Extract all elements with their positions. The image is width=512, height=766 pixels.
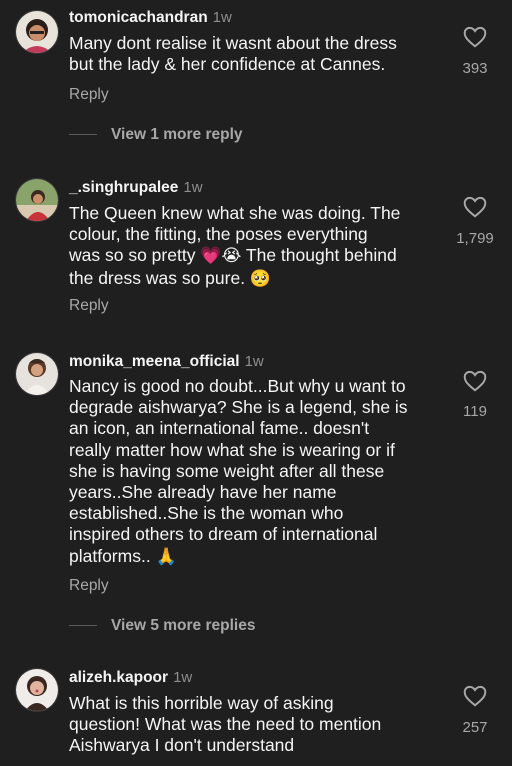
comment-line: the dress was so pure. 🥺 <box>69 268 449 290</box>
heart-outline-icon <box>463 196 487 218</box>
timestamp: 1w <box>244 353 264 370</box>
timestamp: 1w <box>212 9 232 26</box>
comment-line: question! What was the need to mention <box>69 714 382 735</box>
comment-text: What is this horrible way of asking ques… <box>69 693 449 757</box>
reply-button[interactable]: Reply <box>69 86 109 104</box>
divider-line <box>69 625 97 627</box>
like-button[interactable] <box>460 683 490 713</box>
heart-outline-icon <box>463 370 487 392</box>
divider-line <box>69 134 97 136</box>
reply-button[interactable]: Reply <box>69 577 109 595</box>
comment-line: Aishwarya I don't understand <box>69 735 295 756</box>
avatar[interactable] <box>15 668 59 712</box>
like-count: 1,799 <box>456 230 494 247</box>
pleading-face-emoji: 🥺 <box>249 268 272 289</box>
like-button[interactable] <box>460 368 490 398</box>
username[interactable]: monika_meena_official <box>69 353 240 370</box>
like-count: 257 <box>462 719 488 736</box>
comment-line: degrade aishwarya? She is a legend, she … <box>69 397 408 418</box>
like-count: 393 <box>462 60 488 77</box>
comment-line: established..She is the woman who <box>69 503 344 524</box>
view-more-replies[interactable]: View 1 more reply <box>69 126 243 144</box>
view-more-replies[interactable]: View 5 more replies <box>69 617 255 635</box>
heart-outline-icon <box>463 26 487 48</box>
comment-line: inspired others to dream of internationa… <box>69 524 378 545</box>
avatar[interactable] <box>15 178 59 222</box>
like-button[interactable] <box>460 194 490 224</box>
avatar[interactable] <box>15 10 59 54</box>
comment-line: The Queen knew what she was doing. The <box>69 203 401 223</box>
comment-header: monika_meena_official 1w <box>69 353 264 371</box>
comment-line: colour, the fitting, the poses everythin… <box>69 224 368 245</box>
comment-line: but the lady & her confidence at Cannes. <box>69 54 386 75</box>
comment-text: The Queen knew what she was doing. The c… <box>69 203 449 290</box>
view-more-label[interactable]: View 1 more reply <box>111 126 243 143</box>
comment-text-span: The thought behind <box>241 245 397 266</box>
like-count: 119 <box>463 403 487 420</box>
comment-line: years..She already have her name <box>69 482 337 503</box>
username[interactable]: _.singhrupalee <box>69 179 178 196</box>
pink-heart-emoji: 💗 <box>200 246 222 267</box>
comment-line: an icon, an international fame.. doesn't <box>69 418 370 439</box>
username[interactable]: tomonicachandran <box>69 9 208 26</box>
comment-line: What is this horrible way of asking <box>69 693 334 713</box>
comment-line: really matter how what she is wearing or… <box>69 439 395 460</box>
comment-line: platforms.. 🙏 <box>69 546 449 568</box>
comment-text-span: the dress was so pure. <box>69 267 250 288</box>
comment-line: she is having some weight after all thes… <box>69 460 385 481</box>
comment-text-span: was so so pretty <box>69 245 201 266</box>
view-more-label[interactable]: View 5 more replies <box>111 617 255 634</box>
crying-face-emoji: 😭 <box>221 246 242 267</box>
comment-header: _.singhrupalee 1w <box>69 179 203 197</box>
like-button[interactable] <box>460 24 490 54</box>
folded-hands-emoji: 🙏 <box>155 546 177 567</box>
avatar[interactable] <box>15 352 59 396</box>
heart-outline-icon <box>463 685 487 707</box>
comment-header: tomonicachandran 1w <box>69 9 232 27</box>
comment-text: Nancy is good no doubt...But why u want … <box>69 376 449 568</box>
timestamp: 1w <box>183 179 203 196</box>
timestamp: 1w <box>173 669 193 686</box>
reply-button[interactable]: Reply <box>69 297 109 315</box>
comment-line: Nancy is good no doubt...But why u want … <box>69 376 406 396</box>
username[interactable]: alizeh.kapoor <box>69 669 168 686</box>
comment-header: alizeh.kapoor 1w <box>69 669 192 687</box>
comment-text: Many dont realise it wasnt about the dre… <box>69 33 449 75</box>
comment-line: Many dont realise it wasnt about the dre… <box>69 33 397 53</box>
comment-line: was so so pretty 💗😭 The thought behind <box>69 245 449 267</box>
comment-text-span: platforms.. <box>69 545 156 566</box>
